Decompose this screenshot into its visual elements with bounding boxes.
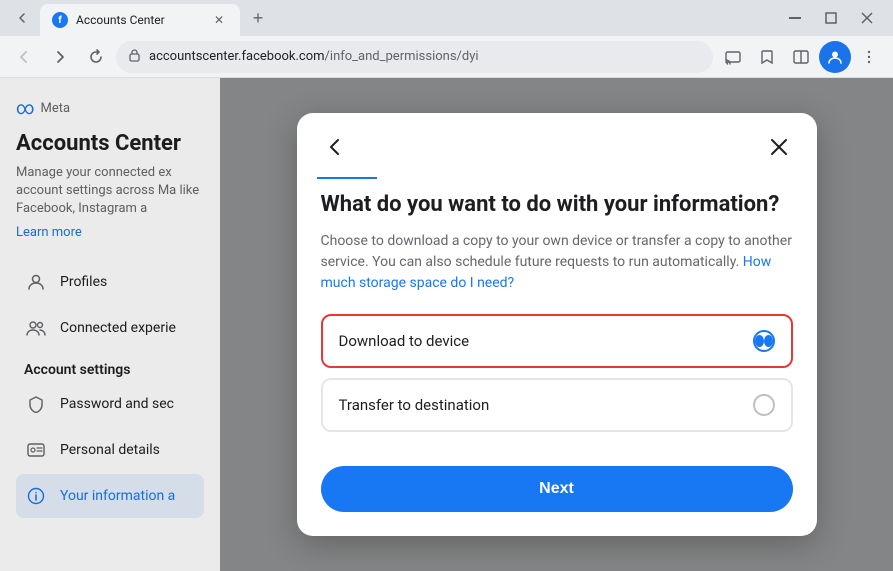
sidebar-description: Manage your connected ex account setting… [16,164,204,219]
sidebar-item-password[interactable]: Password and sec [16,382,204,426]
sidebar-item-personal[interactable]: Personal details [16,428,204,472]
people-icon [24,316,48,340]
download-option[interactable]: Download to device [321,314,793,368]
next-button[interactable]: Next [321,466,793,512]
download-label: Download to device [339,332,470,350]
sidebar-item-your-info[interactable]: Your information a [16,474,204,518]
meta-logo: ∞ Meta [16,98,204,119]
minimize-button[interactable] [781,4,809,32]
account-settings-title: Account settings [24,362,196,378]
modal-footer: Next [297,466,817,536]
sidebar-item-profiles[interactable]: Profiles [16,260,204,304]
tab-favicon: f [52,12,68,28]
transfer-radio [753,394,775,416]
tab-bar: f Accounts Center ✕ + [0,0,893,36]
sidebar-connected-label: Connected experie [60,320,176,336]
person-icon [24,270,48,294]
url-actions [717,41,885,73]
close-window-button[interactable] [853,4,881,32]
modal-body: What do you want to do with your informa… [297,191,817,467]
transfer-label: Transfer to destination [339,396,490,414]
learn-more-link[interactable]: Learn more [16,225,204,240]
modal-description: Choose to download a copy to your own de… [321,231,793,294]
lock-icon [128,48,141,66]
transfer-option[interactable]: Transfer to destination [321,378,793,432]
page-content: ∞ Meta Accounts Center Manage your conne… [0,78,893,571]
menu-button[interactable] [853,41,885,73]
meta-label: Meta [41,101,71,116]
reload-button[interactable] [80,41,112,73]
new-tab-button[interactable]: + [244,4,272,32]
sidebar-profiles-label: Profiles [60,274,107,290]
info-icon [24,484,48,508]
tab-back-button[interactable] [8,4,36,32]
address-bar: accountscenter.facebook.com/info_and_per… [0,36,893,78]
sidebar-personal-label: Personal details [60,442,160,458]
tab-close-button[interactable]: ✕ [210,11,228,29]
back-button[interactable] [8,41,40,73]
sidebar-item-connected[interactable]: Connected experie [16,306,204,350]
url-bar[interactable]: accountscenter.facebook.com/info_and_per… [116,41,713,73]
modal-back-button[interactable] [317,129,353,165]
tab-title: Accounts Center [76,13,202,27]
split-screen-button[interactable] [785,41,817,73]
sidebar-password-label: Password and sec [60,396,174,412]
modal-overlay: What do you want to do with your informa… [220,78,893,571]
browser-chrome: f Accounts Center ✕ + [0,0,893,78]
meta-logo-icon: ∞ [16,98,35,119]
modal-dialog: What do you want to do with your informa… [297,113,817,537]
modal-divider [317,177,377,179]
modal-title: What do you want to do with your informa… [321,191,793,220]
modal-header [297,113,817,165]
maximize-button[interactable] [817,4,845,32]
sidebar-title: Accounts Center [16,131,204,156]
forward-button[interactable] [44,41,76,73]
id-card-icon [24,438,48,462]
cast-button[interactable] [717,41,749,73]
profile-button[interactable] [819,41,851,73]
window-controls [781,4,885,32]
browser-nav-controls [8,4,36,32]
sidebar: ∞ Meta Accounts Center Manage your conne… [0,78,220,571]
main-area: What do you want to do with your informa… [220,78,893,571]
url-text: accountscenter.facebook.com/info_and_per… [149,49,701,64]
download-radio [753,330,775,352]
sidebar-your-info-label: Your information a [60,488,175,504]
modal-close-button[interactable] [761,129,797,165]
shield-icon [24,392,48,416]
bookmark-button[interactable] [751,41,783,73]
active-tab[interactable]: f Accounts Center ✕ [40,4,240,36]
